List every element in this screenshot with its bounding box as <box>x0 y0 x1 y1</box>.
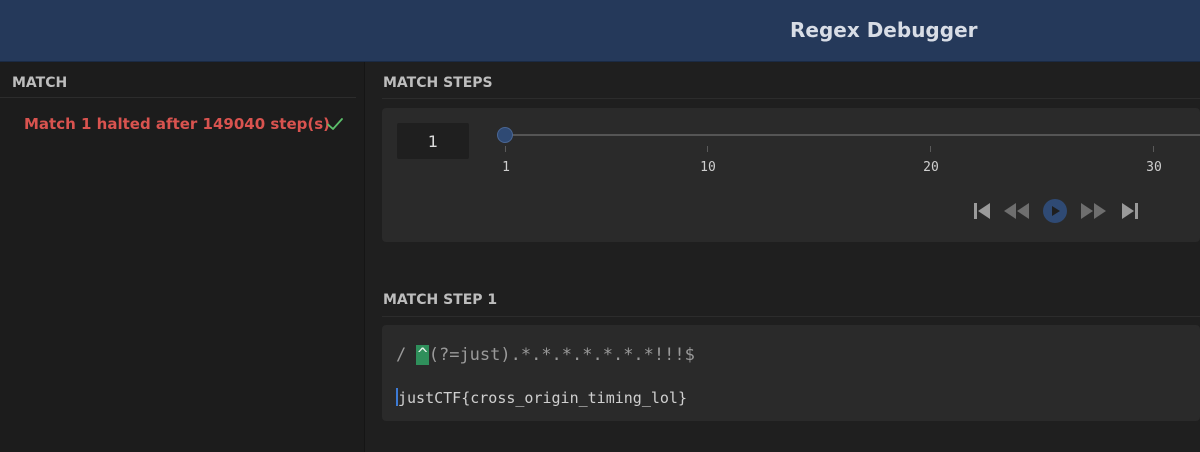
slider-tick-label: 20 <box>923 160 939 175</box>
slider-tick-label: 30 <box>1146 160 1162 175</box>
slider-tick-label: 1 <box>502 160 510 175</box>
skip-to-start-icon[interactable] <box>972 198 992 224</box>
match-step-heading: MATCH STEP 1 <box>383 292 498 308</box>
slider-tick-label: 10 <box>700 160 716 175</box>
step-slider-track[interactable] <box>505 134 1200 136</box>
skip-to-end-icon[interactable] <box>1120 198 1140 224</box>
divider <box>0 97 356 98</box>
app-title: Regex Debugger <box>790 18 978 42</box>
slider-tick <box>1153 146 1154 152</box>
slider-tick <box>930 146 931 152</box>
regex-pattern: / ^(?=just).*.*.*.*.*.*.*!!!$ <box>396 345 695 365</box>
step-number-input[interactable] <box>397 123 469 159</box>
divider <box>382 316 1200 317</box>
regex-delimiter: / <box>396 345 417 365</box>
match-steps-heading: MATCH STEPS <box>383 75 493 91</box>
regex-highlighted-token: ^ <box>416 345 429 365</box>
app-header: Regex Debugger <box>0 0 1200 62</box>
divider <box>382 98 1200 99</box>
match-step-view: / ^(?=just).*.*.*.*.*.*.*!!!$ justCTF{cr… <box>382 325 1200 421</box>
match-steps-panel: 1 10 20 30 <box>382 108 1200 242</box>
match-heading: MATCH <box>12 75 68 91</box>
rewind-icon[interactable] <box>1002 198 1032 224</box>
regex-remainder: (?=just).*.*.*.*.*.*.*!!!$ <box>428 345 695 365</box>
step-slider-handle[interactable] <box>497 127 513 143</box>
subject-text: justCTF{cross_origin_timing_lol} <box>398 389 687 407</box>
match-label: Match 1 halted after 149040 step(s) <box>24 115 331 133</box>
slider-tick <box>505 146 506 152</box>
play-icon[interactable] <box>1042 198 1068 224</box>
subject-string: justCTF{cross_origin_timing_lol} <box>396 388 687 407</box>
match-list-item[interactable]: Match 1 halted after 149040 step(s) <box>0 106 356 144</box>
playback-controls <box>972 198 1152 224</box>
fast-forward-icon[interactable] <box>1078 198 1108 224</box>
check-icon <box>327 118 343 130</box>
slider-tick <box>707 146 708 152</box>
